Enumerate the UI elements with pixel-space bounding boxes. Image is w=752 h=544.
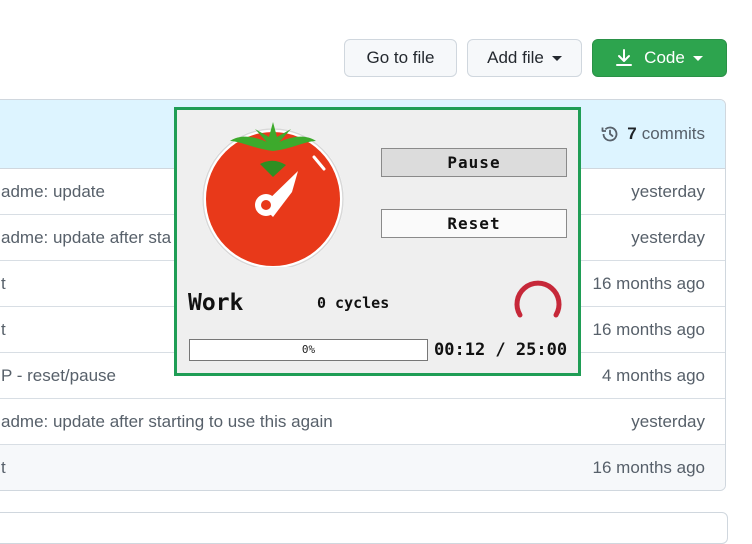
progress-label: 0% — [301, 343, 316, 356]
commit-time: yesterday — [631, 412, 705, 431]
commit-message[interactable]: adme: update — [1, 182, 105, 202]
reset-button[interactable]: Reset — [381, 209, 567, 238]
pause-button[interactable]: Pause — [381, 148, 567, 177]
commit-message[interactable]: t — [1, 274, 6, 294]
commit-time: 16 months ago — [592, 320, 705, 339]
download-icon — [616, 49, 633, 66]
go-to-file-button[interactable]: Go to file — [344, 39, 457, 77]
chevron-down-icon — [692, 55, 703, 61]
mode-label: Work — [188, 290, 244, 316]
commit-message[interactable]: t — [1, 458, 6, 478]
commit-message[interactable]: adme: update after starting to use this … — [1, 412, 333, 432]
commit-time: 16 months ago — [592, 274, 705, 293]
go-to-file-label: Go to file — [366, 48, 435, 67]
commit-message[interactable]: adme: update after sta — [1, 228, 171, 248]
commits-label: commits — [641, 124, 705, 143]
code-label: Code — [644, 48, 685, 67]
commit-time: yesterday — [631, 228, 705, 247]
reset-label: Reset — [447, 214, 501, 233]
chevron-down-icon — [551, 55, 562, 61]
progress-bar: 0% — [189, 339, 428, 361]
code-button[interactable]: Code — [592, 39, 727, 77]
pause-label: Pause — [447, 153, 501, 172]
cycle-count: 0 cycles — [317, 294, 390, 312]
commit-message[interactable]: t — [1, 320, 6, 340]
commits-link[interactable]: 7 commits — [600, 124, 705, 144]
commit-count: 7 — [627, 124, 637, 143]
history-icon — [601, 126, 618, 142]
add-file-button[interactable]: Add file — [467, 39, 582, 77]
commit-time: 16 months ago — [592, 458, 705, 477]
readme-box — [0, 512, 728, 544]
timer-readout: 00:12 / 25:00 — [434, 340, 568, 360]
add-file-label: Add file — [487, 48, 544, 67]
commit-time: 4 months ago — [601, 366, 705, 385]
tomato-timer-icon — [202, 122, 344, 267]
table-row: adme: update after starting to use this … — [0, 399, 725, 445]
table-row: t 16 months ago — [0, 445, 725, 490]
commit-message[interactable]: P - reset/pause — [1, 366, 116, 386]
commit-time: yesterday — [631, 182, 705, 201]
spinner-icon — [514, 280, 562, 318]
pomodoro-window: Pause Reset Work 0 cycles 0% 00:12 / 25:… — [174, 107, 581, 376]
